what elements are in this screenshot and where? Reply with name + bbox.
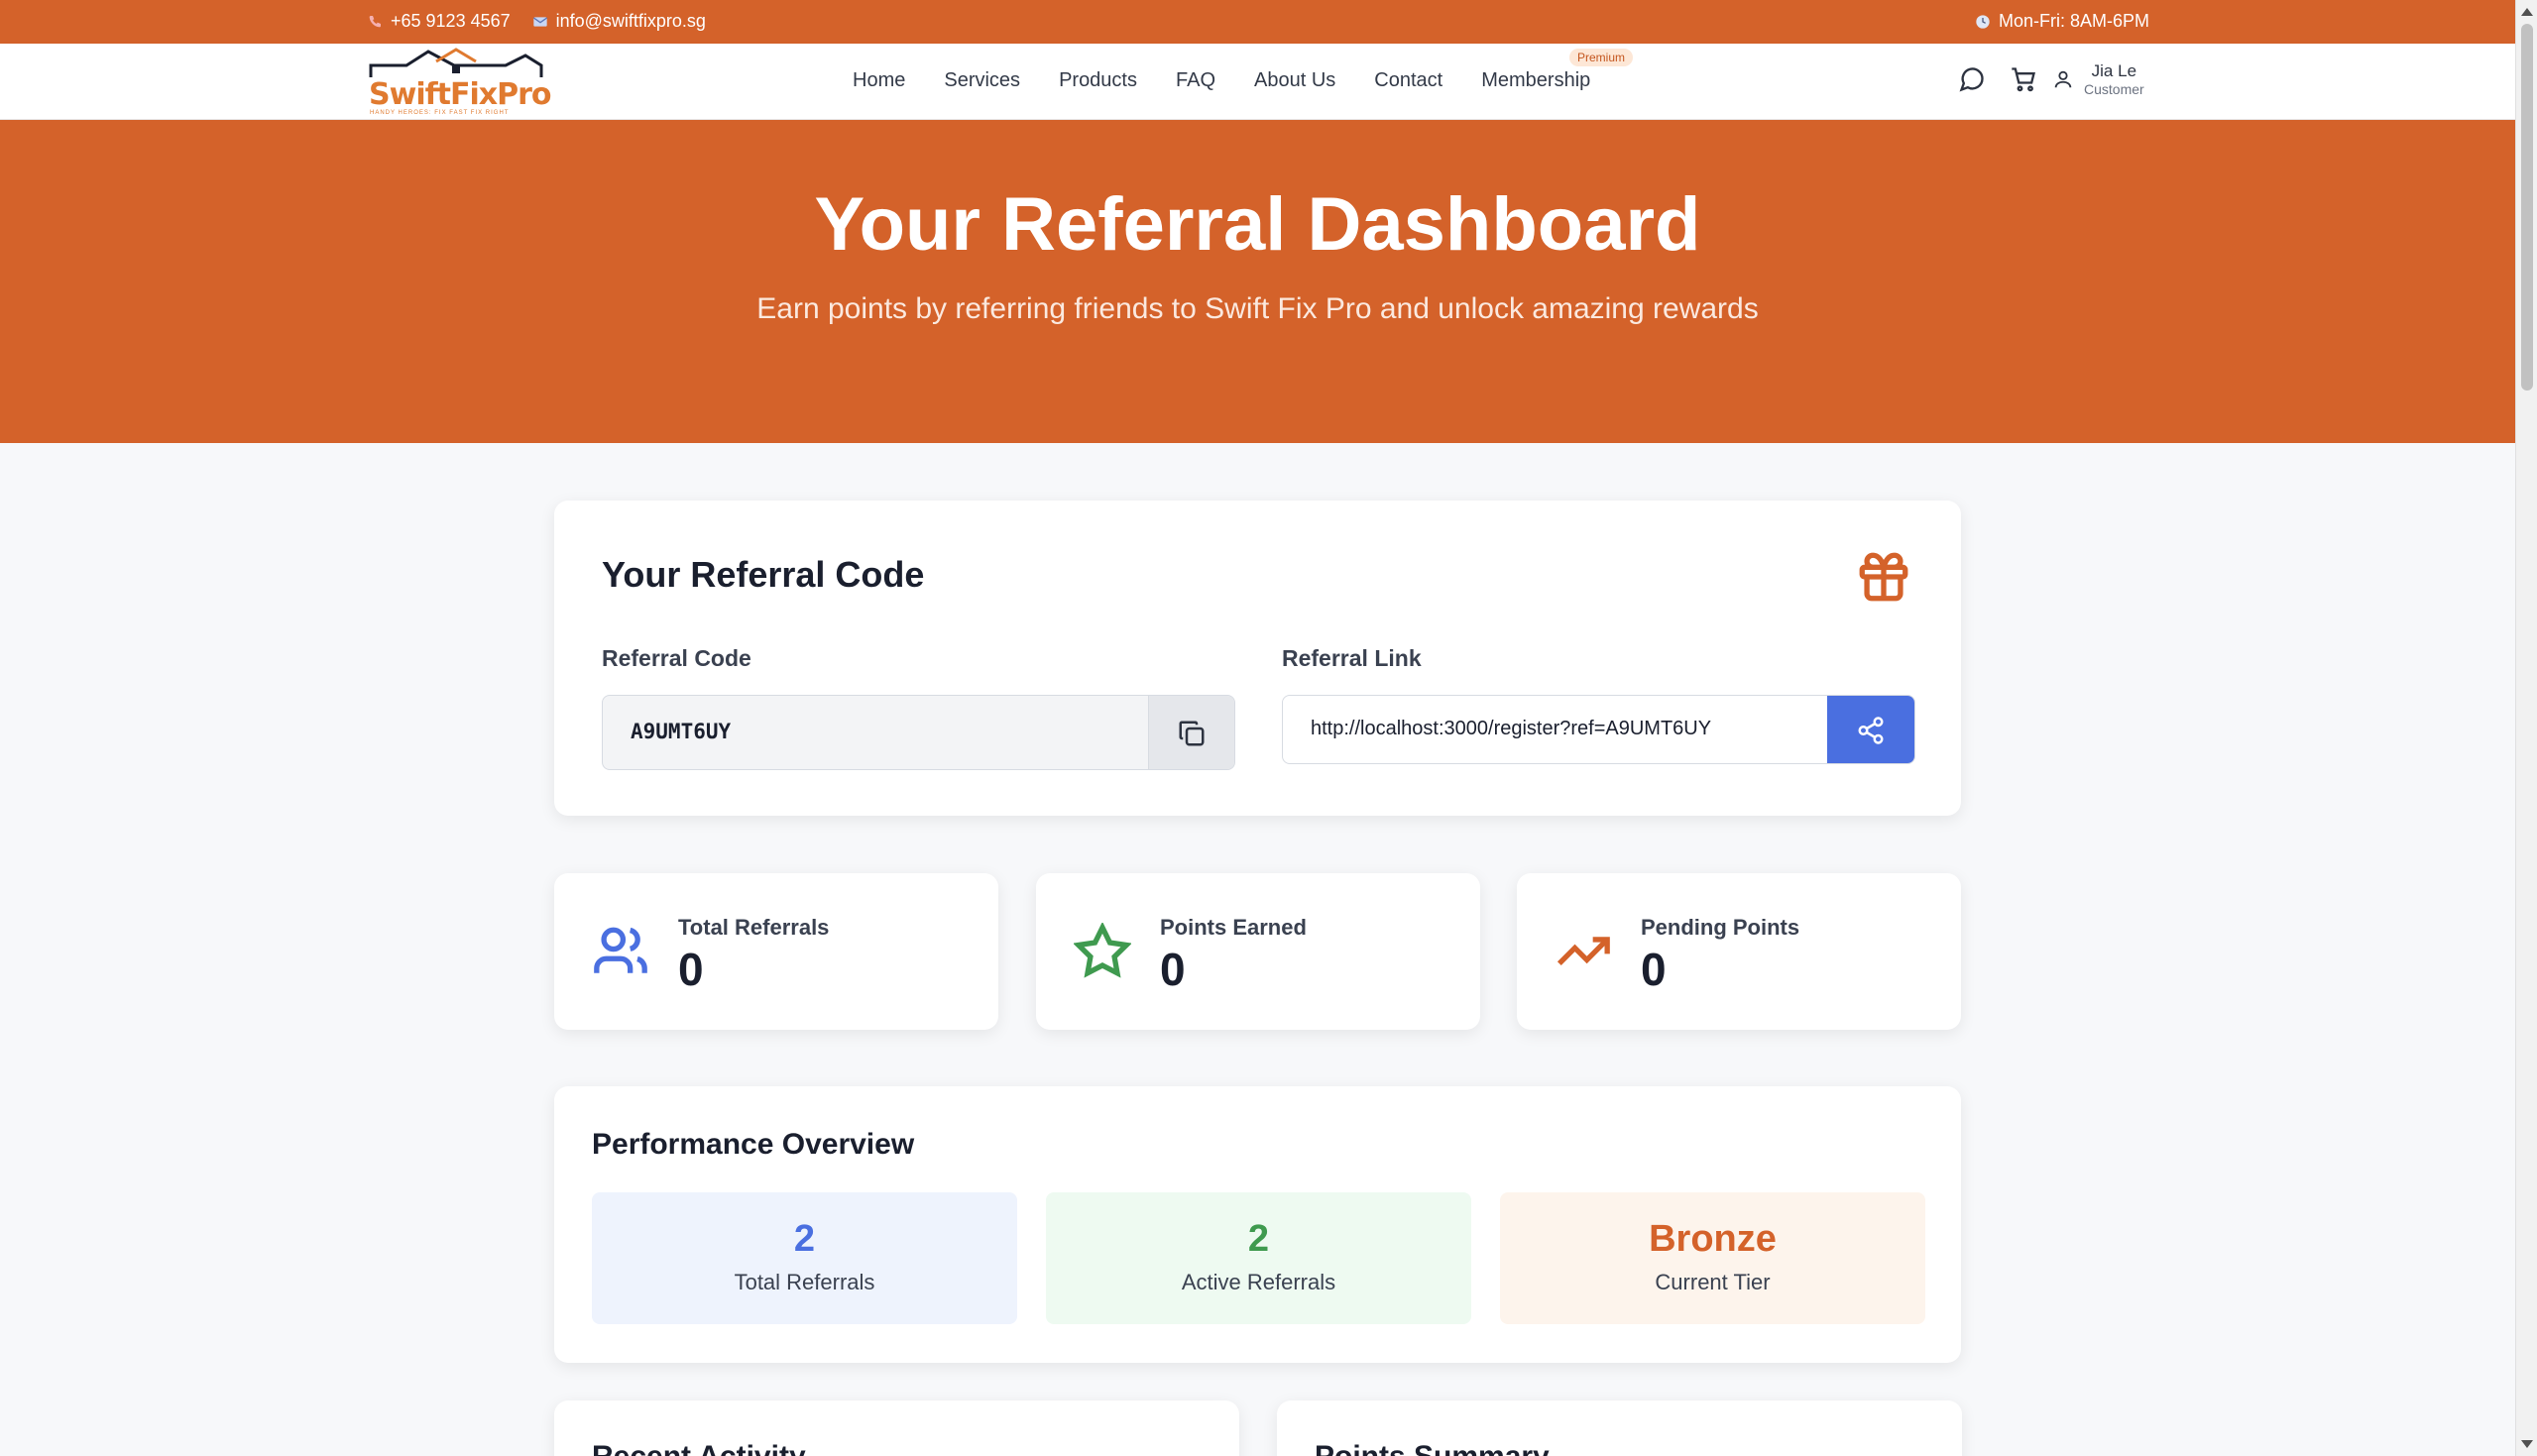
main-navbar: SwiftFixPro HANDY HEROES: FIX FAST FIX R…	[0, 44, 2515, 120]
stat-value: 0	[678, 944, 704, 995]
hours-text: Mon-Fri: 8AM-6PM	[1999, 11, 2150, 31]
stat-card-pending-points: Pending Points 0	[1517, 873, 1961, 1030]
copy-code-button[interactable]	[1148, 696, 1234, 769]
user-icon	[2054, 70, 2072, 88]
hero-banner: Your Referral Dashboard Earn points by r…	[0, 120, 2515, 443]
stat-label: Points Earned	[1160, 915, 1307, 940]
phone-icon	[369, 15, 381, 27]
scroll-thumb[interactable]	[2521, 24, 2533, 391]
top-info-bar: +65 9123 4567 info@swiftfixpro.sg Mon-Fr…	[0, 0, 2515, 44]
referral-code-value: A9UMT6UY	[631, 720, 732, 743]
nav-home[interactable]: Home	[853, 69, 905, 92]
star-icon	[1074, 923, 1131, 978]
performance-title: Performance Overview	[592, 1128, 915, 1161]
share-icon	[1858, 717, 1884, 744]
gift-icon	[1859, 552, 1908, 602]
scroll-up-arrow[interactable]	[2521, 8, 2533, 16]
points-summary-title: Points Summary	[1315, 1440, 1550, 1456]
share-link-button[interactable]	[1827, 696, 1914, 763]
stat-card-points-earned: Points Earned 0	[1036, 873, 1480, 1030]
user-menu[interactable]: Jia Le Customer	[2052, 61, 2144, 97]
phone-number: +65 9123 4567	[391, 11, 511, 31]
points-summary-card: Points Summary	[1277, 1400, 1962, 1456]
premium-badge: Premium	[1569, 49, 1634, 66]
nav-actions	[1958, 65, 2037, 93]
cart-icon[interactable]	[2010, 65, 2037, 93]
page-scrollbar[interactable]	[2515, 0, 2537, 1456]
referral-link-field[interactable]: http://localhost:3000/register?ref=A9UMT…	[1282, 695, 1915, 764]
perf-total-referrals: 2 Total Referrals	[592, 1192, 1017, 1324]
house-roof-icon	[369, 48, 543, 77]
email-address: info@swiftfixpro.sg	[555, 11, 706, 31]
nav-faq[interactable]: FAQ	[1176, 69, 1215, 92]
performance-overview-card: Performance Overview 2 Total Referrals 2…	[554, 1086, 1961, 1363]
copy-icon	[1179, 721, 1205, 746]
page-subtitle: Earn points by referring friends to Swif…	[756, 292, 1759, 325]
clock-icon	[1976, 14, 1990, 29]
page-title: Your Referral Dashboard	[814, 182, 1701, 267]
referral-link-value: http://localhost:3000/register?ref=A9UMT…	[1311, 718, 1712, 739]
stat-value: 0	[1641, 944, 1667, 995]
user-name: Jia Le	[2091, 61, 2137, 80]
referral-code-label: Referral Code	[602, 645, 751, 671]
perf-value: 2	[1247, 1218, 1270, 1260]
phone-contact[interactable]: +65 9123 4567	[367, 11, 511, 32]
email-icon	[532, 16, 547, 27]
brand-name: SwiftFixPro	[369, 77, 552, 112]
chat-icon[interactable]	[1958, 65, 1986, 93]
nav-menu: Home Services Products FAQ About Us Cont…	[853, 69, 1590, 92]
perf-current-tier: Bronze Current Tier	[1500, 1192, 1925, 1324]
email-contact[interactable]: info@swiftfixpro.sg	[532, 11, 706, 32]
stat-label: Total Referrals	[678, 915, 830, 940]
users-icon	[594, 927, 647, 973]
referral-code-field[interactable]: A9UMT6UY	[602, 695, 1235, 770]
recent-activity-title: Recent Activity	[592, 1440, 806, 1456]
brand-tagline: HANDY HEROES: FIX FAST FIX RIGHT	[370, 110, 510, 116]
perf-label: Total Referrals	[734, 1270, 875, 1294]
brand-logo[interactable]: SwiftFixPro HANDY HEROES: FIX FAST FIX R…	[367, 48, 552, 116]
perf-active-referrals: 2 Active Referrals	[1046, 1192, 1471, 1324]
scroll-down-arrow[interactable]	[2521, 1440, 2533, 1448]
nav-contact[interactable]: Contact	[1374, 69, 1442, 92]
user-role: Customer	[2084, 81, 2144, 97]
nav-services[interactable]: Services	[944, 69, 1020, 92]
recent-activity-card: Recent Activity	[554, 1400, 1239, 1456]
stat-value: 0	[1160, 944, 1186, 995]
nav-membership[interactable]: Membership	[1481, 69, 1590, 92]
trending-up-icon	[1557, 937, 1610, 965]
referral-code-card: Your Referral Code Referral Code A9UMT6U…	[554, 501, 1961, 816]
stat-card-total-referrals: Total Referrals 0	[554, 873, 998, 1030]
perf-value: 2	[793, 1218, 816, 1260]
stat-label: Pending Points	[1641, 915, 1800, 940]
nav-products[interactable]: Products	[1059, 69, 1137, 92]
perf-value: Bronze	[1649, 1218, 1777, 1260]
business-hours: Mon-Fri: 8AM-6PM	[1975, 11, 2149, 32]
referral-card-title: Your Referral Code	[602, 554, 925, 595]
perf-label: Current Tier	[1655, 1270, 1771, 1294]
perf-label: Active Referrals	[1181, 1270, 1336, 1294]
referral-link-label: Referral Link	[1282, 645, 1422, 671]
nav-about-us[interactable]: About Us	[1254, 69, 1335, 92]
